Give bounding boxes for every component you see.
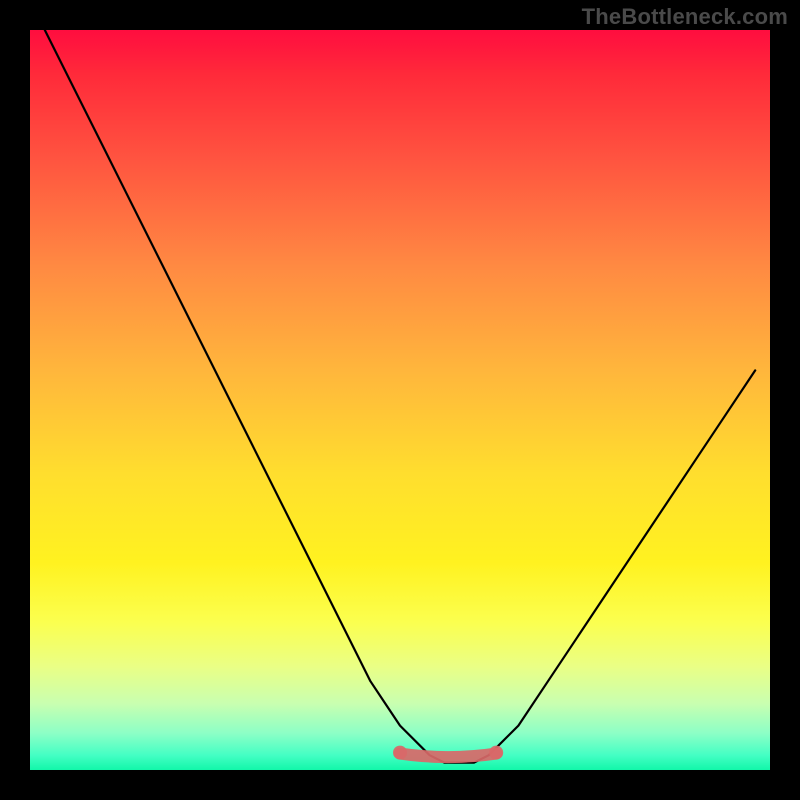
watermark-text: TheBottleneck.com: [582, 4, 788, 30]
optimal-range-end-dot: [489, 746, 503, 760]
chart-frame: TheBottleneck.com: [0, 0, 800, 800]
plot-area: [30, 30, 770, 770]
chart-overlay: [30, 30, 770, 770]
bottleneck-curve: [45, 30, 755, 763]
optimal-range-highlight: [400, 754, 496, 758]
optimal-range-start-dot: [393, 746, 407, 760]
